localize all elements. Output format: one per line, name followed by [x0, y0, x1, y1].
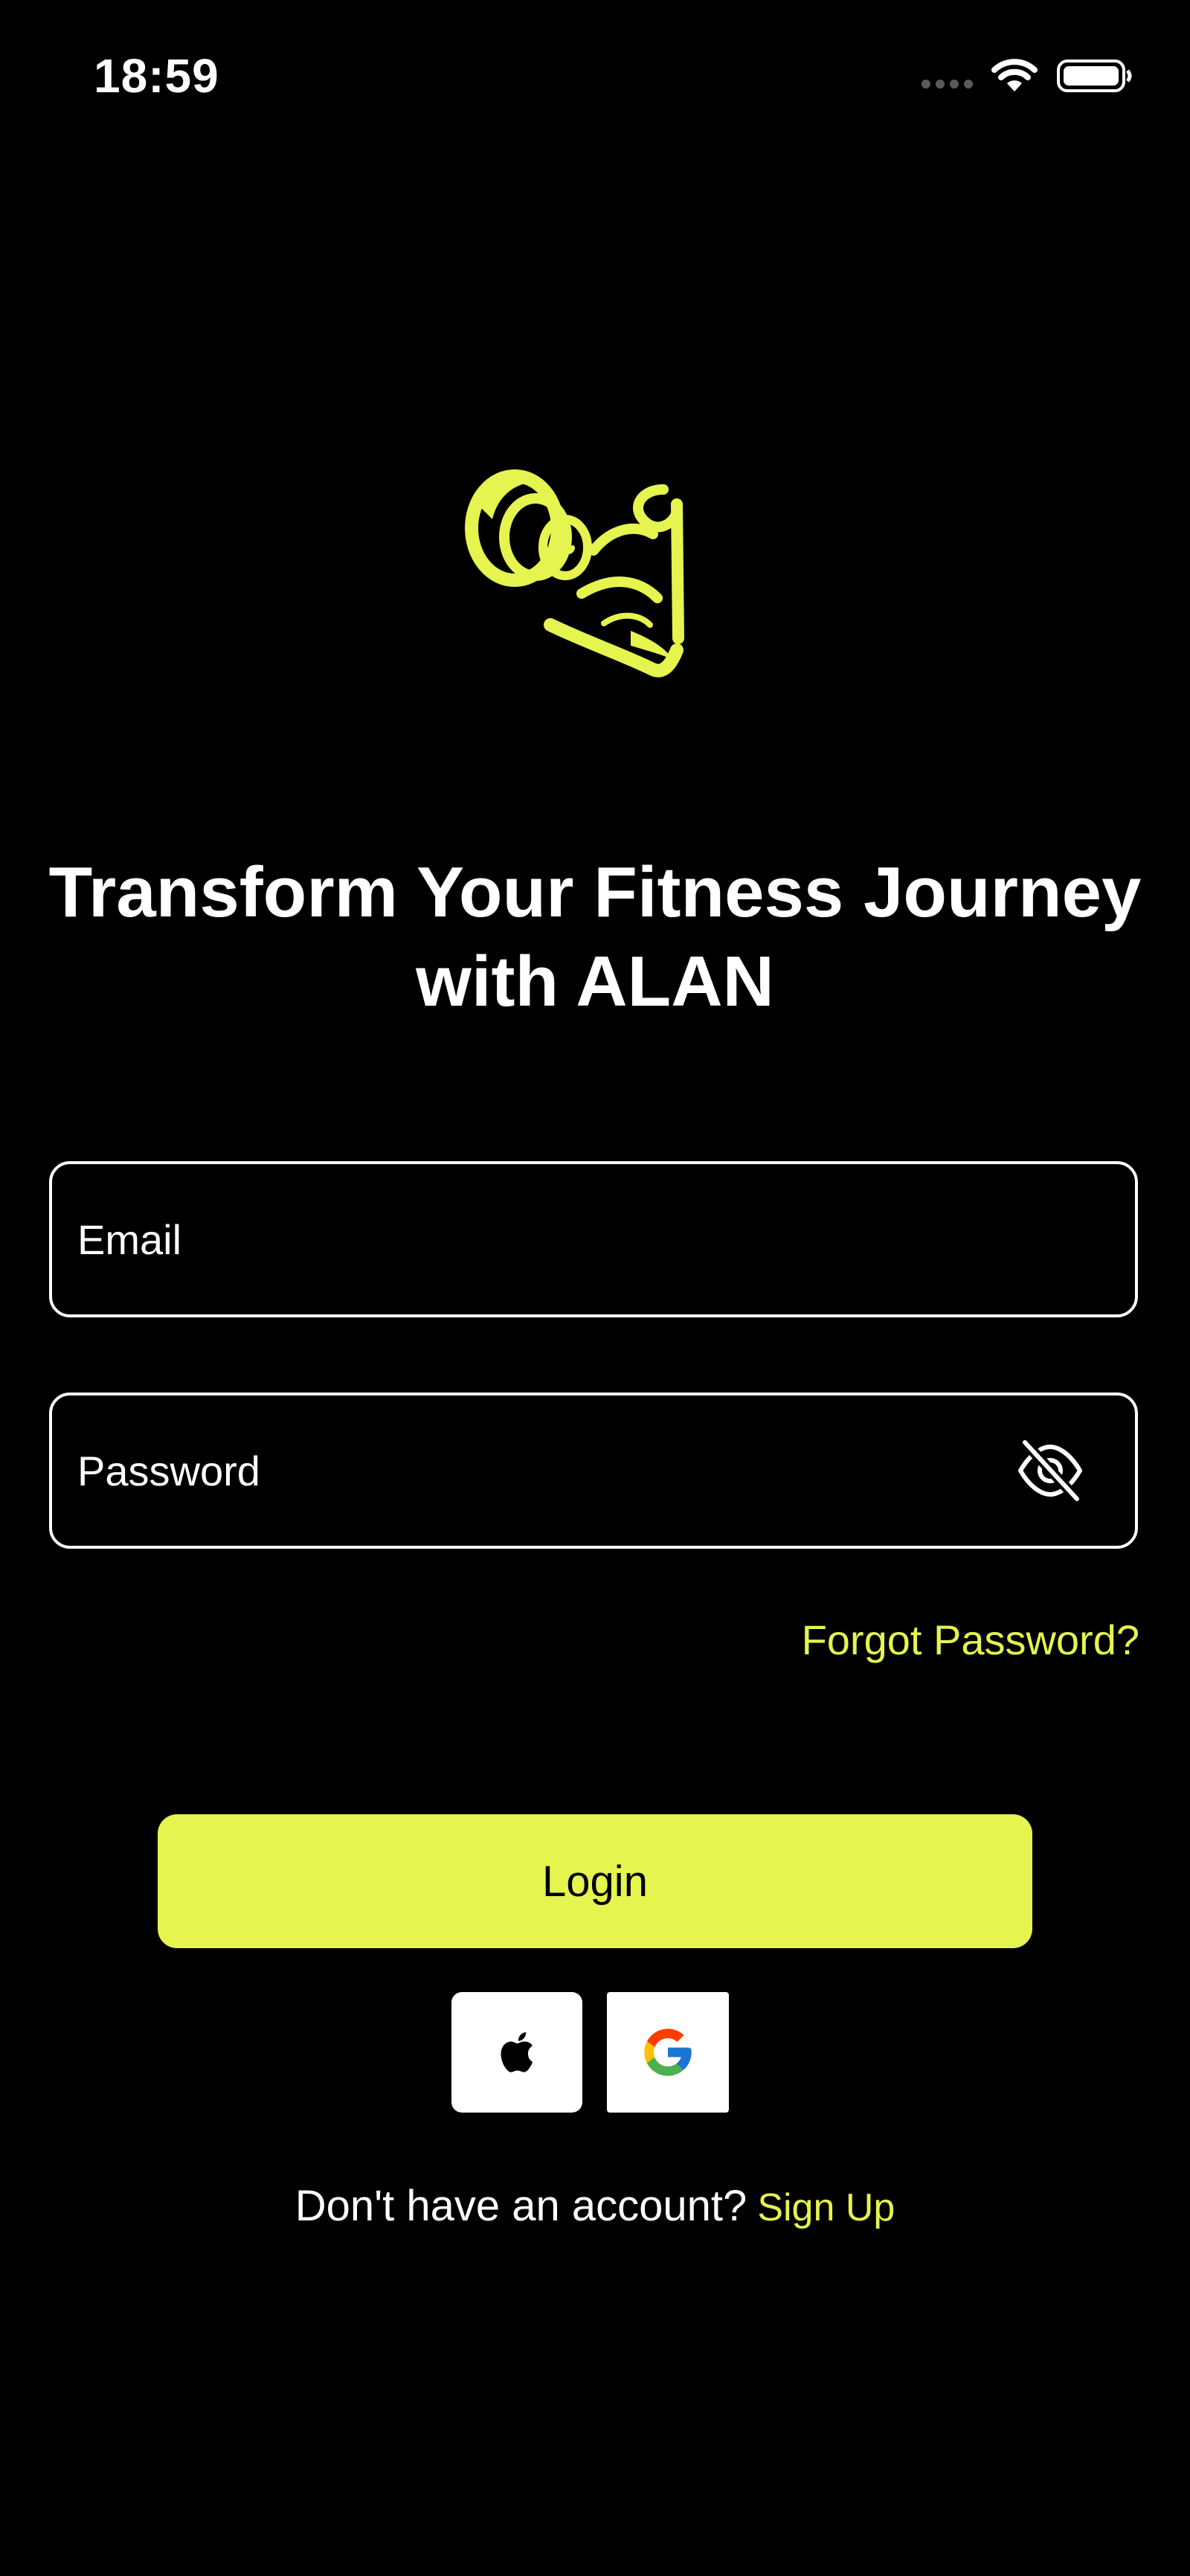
signup-prompt: Don't have an account?	[295, 2182, 747, 2230]
title-line-2: with ALAN	[416, 942, 774, 1021]
google-login-button[interactable]	[607, 1992, 729, 2113]
status-bar-icons	[922, 54, 1133, 98]
password-field-container	[49, 1393, 1138, 1549]
title-line-1: Transform Your Fitness Journey	[48, 852, 1142, 932]
page-title: Transform Your Fitness Journey with ALAN	[0, 848, 1190, 1027]
email-input[interactable]	[77, 1164, 1012, 1314]
password-input[interactable]	[77, 1395, 1012, 1546]
signup-row: Don't have an account? Sign Up	[0, 2180, 1190, 2235]
login-button[interactable]: Login	[158, 1814, 1032, 1948]
wifi-icon	[991, 59, 1038, 91]
battery-icon	[1057, 60, 1132, 92]
email-field-container	[49, 1161, 1138, 1317]
apple-icon	[501, 2032, 533, 2072]
google-icon	[644, 2029, 692, 2076]
signup-link[interactable]: Sign Up	[757, 2186, 895, 2229]
app-logo-icon	[465, 469, 684, 678]
cellular-signal-icon	[922, 80, 973, 89]
eye-slash-icon[interactable]	[1014, 1435, 1086, 1506]
forgot-password-link[interactable]: Forgot Password?	[802, 1614, 1139, 1666]
status-bar-time: 18:59	[94, 49, 219, 103]
apple-login-button[interactable]	[451, 1992, 582, 2113]
